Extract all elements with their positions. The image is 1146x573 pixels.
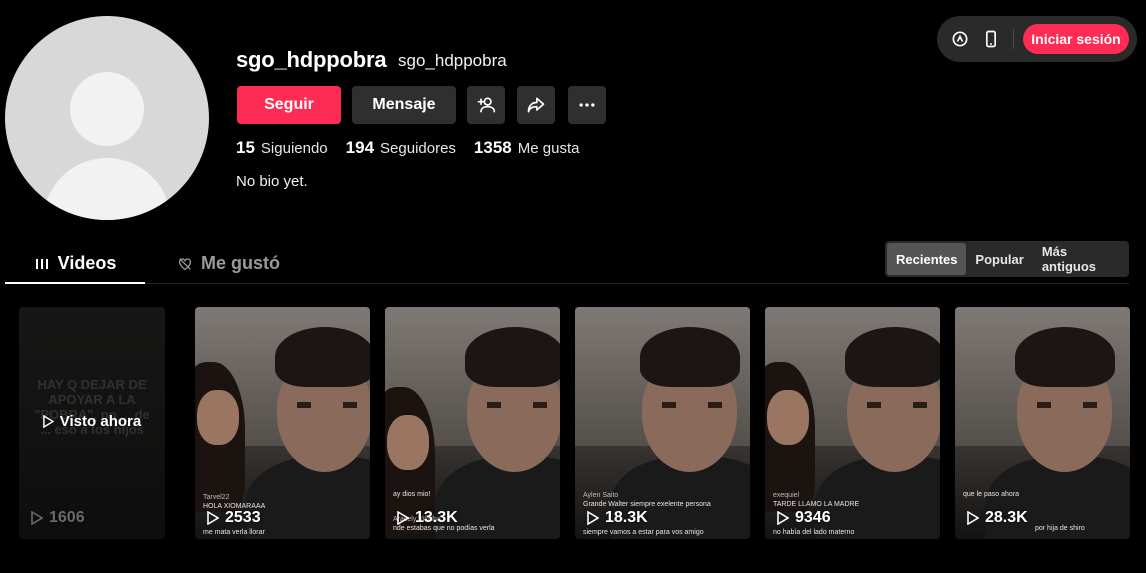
video-card[interactable]: Tarvel22 HOLA XIOMARAAA me mata verla ll… [195,307,370,539]
play-icon [31,511,43,525]
follow-button[interactable]: Seguir [237,86,341,124]
tab-videos-label: Videos [57,252,117,273]
play-icon [397,511,409,525]
video-card[interactable]: ay dios mio! Aracely Villalba nde estaba… [385,307,560,539]
view-count: 1606 [31,509,85,527]
profile-stats: 15 Siguiendo 194 Seguidores 1358 Me gusta [236,138,579,158]
login-button[interactable]: Iniciar sesión [1023,24,1129,54]
comment-text: me mata verla llorar [203,529,265,536]
add-friend-icon [477,97,496,113]
comment-user: exequiel [773,492,800,499]
more-options-button[interactable] [568,86,606,124]
tab-liked-label: Me gustó [201,253,280,273]
play-icon [587,511,599,525]
following-count: 15 [236,138,255,157]
watched-indicator: Visto ahora [19,413,165,430]
comment-text: ay dios mio! [393,491,431,498]
play-icon [777,511,789,525]
avatar-placeholder-body [43,158,171,220]
profile-avatar [5,16,209,220]
thumbnail-comments: siempre vamos a estar para vos amigo [583,528,742,537]
view-count-value: 2533 [225,509,261,526]
profile-username: sgo_hdppobra [236,47,387,72]
view-count-value: 9346 [795,509,831,526]
thumbnail-comments: no había del lado materno [773,528,932,537]
sort-oldest[interactable]: Más antiguos [1033,243,1127,275]
tab-liked[interactable]: Me gustó [177,244,280,283]
likes-count: 1358 [473,138,512,157]
view-count-value: 18.3K [605,509,648,526]
video-card[interactable]: Aylen Saito Grande Walter siempre exelen… [575,307,750,539]
share-icon [527,97,545,113]
view-count-value: 28.3K [985,509,1028,526]
view-count: 9346 [777,509,831,527]
watched-label: Visto ahora [59,413,142,430]
add-friend-button[interactable] [467,86,505,124]
view-count: 13.3K [397,509,458,527]
following-label: Siguiendo [260,140,328,157]
play-icon [207,511,219,525]
tab-videos[interactable]: Videos [5,244,145,284]
view-count: 18.3K [587,509,648,527]
thumbnail-comments: exequiel TARDE LLAMO LA MADRE [773,491,932,509]
thumbnail-comments: por hija de shiro [1035,524,1122,533]
followers-label: Seguidores [380,140,456,157]
liked-heart-icon [179,257,191,270]
video-card[interactable]: que le paso ahora por hija de shiro 28.3… [955,307,1130,539]
play-icon [42,415,54,428]
comment-text: TARDE LLAMO LA MADRE [773,501,860,508]
message-button[interactable]: Mensaje [352,86,456,124]
view-count-value: 13.3K [415,509,458,526]
followers-count: 194 [345,138,375,157]
profile-bio: No bio yet. [236,173,308,190]
phone-icon[interactable] [981,29,1001,49]
more-dots-icon [579,103,595,107]
view-count-value: 1606 [49,509,85,526]
toolbar-divider [1013,29,1014,49]
video-card[interactable]: exequiel TARDE LLAMO LA MADRE no había d… [765,307,940,539]
comment-user: Tarvel22 [203,494,230,501]
sort-recent[interactable]: Recientes [887,243,967,275]
profile-nickname: sgo_hdppobra [398,51,507,70]
comment-text: siempre vamos a estar para vos amigo [583,529,704,536]
likes-label: Me gusta [517,140,580,157]
coin-icon[interactable] [950,29,970,49]
comment-text: no había del lado materno [773,529,855,536]
sort-selector: Recientes Popular Más antiguos [885,241,1129,277]
avatar-placeholder-head [70,72,144,146]
grid-lines-icon [35,259,48,269]
comment-text: por hija de shiro [1035,525,1085,532]
video-card[interactable]: HAY Q DEJAR DE APOYAR A LA "POBRA", no .… [19,307,165,539]
following-stat[interactable]: 15 Siguiendo [236,138,328,158]
thumbnail-comments: Aylen Saito Grande Walter siempre exelen… [583,491,742,509]
thumbnail-comments: me mata verla llorar [203,528,362,537]
sort-popular[interactable]: Popular [966,243,1032,275]
share-button[interactable] [517,86,555,124]
thumbnail-person [985,327,1130,539]
comment-user: Aylen Saito [583,492,619,499]
view-count: 2533 [207,509,261,527]
play-icon [967,511,979,525]
top-right-toolbar: Iniciar sesión [937,16,1137,62]
likes-stat: 1358 Me gusta [474,138,580,158]
thumbnail-comments: que le paso ahora [963,490,1122,499]
comment-text: que le paso ahora [963,491,1020,498]
comment-text: Grande Walter siempre exelente persona [583,501,711,508]
thumbnail-person [435,327,560,539]
followers-stat[interactable]: 194 Seguidores [346,138,456,158]
view-count: 28.3K [967,509,1028,527]
thumbnail-comments: ay dios mio! [393,490,552,499]
